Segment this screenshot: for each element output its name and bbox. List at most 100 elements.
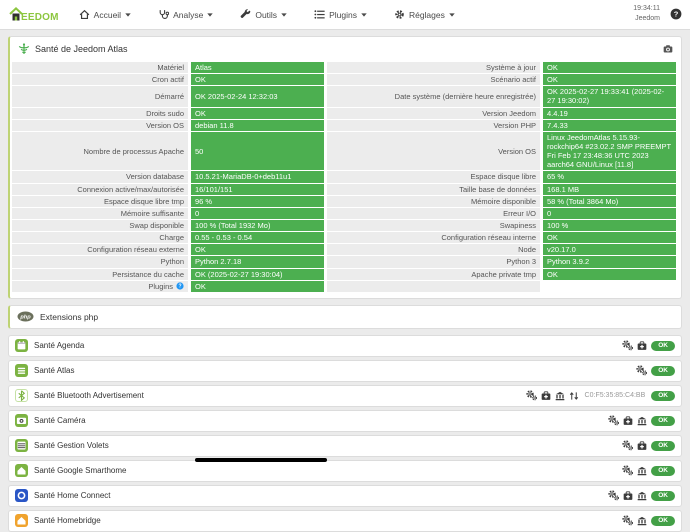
nav-item-outils[interactable]: Outils (240, 9, 287, 20)
plugin-row-sant-atlas[interactable]: Santé Atlas OK (8, 359, 682, 382)
health-row-value: 168.1 MB (543, 183, 676, 195)
health-row-value: 10.5.21-MariaDB-0+deb11u1 (191, 171, 324, 183)
plugin-name: Santé Caméra (34, 416, 86, 426)
plugin-actions: C0:F5:35:85:C4:BB OK (525, 390, 675, 401)
health-row-value: OK (543, 268, 676, 280)
health-row-value: 100 % (Total 1932 Mo) (191, 219, 324, 232)
nav-item-analyse[interactable]: Analyse (158, 9, 214, 20)
health-panel-header: Santé de Jeedom Atlas (10, 37, 681, 60)
jeedom-logo[interactable]: EEDOM (8, 6, 59, 23)
status-badge: OK (651, 415, 675, 426)
bank-icon[interactable] (637, 516, 647, 526)
health-panel: Santé de Jeedom Atlas Matériel Atlas Systè… (8, 36, 682, 299)
health-row-label: Version OS (12, 119, 188, 131)
health-row-value: OK (543, 232, 676, 244)
main-content: Santé de Jeedom Atlas Matériel Atlas Systè… (0, 30, 690, 532)
plugin-actions: OK (622, 440, 675, 451)
home-indicator-bar (195, 458, 327, 462)
top-navbar: EEDOM Accueil Analyse Outils Plugins Réglage… (0, 0, 690, 30)
nav-item-plugins[interactable]: Plugins (314, 9, 367, 20)
cogs-icon[interactable] (608, 490, 620, 501)
health-row-label: Scénario actif (327, 74, 540, 86)
lines-icon (15, 364, 28, 378)
health-row-label: Système à jour (327, 62, 540, 74)
health-row-value: 100 % (543, 219, 676, 232)
bank-icon[interactable] (637, 466, 647, 476)
health-row-value: Python 3.9.2 (543, 256, 676, 268)
nav-item-label: Plugins (329, 9, 357, 20)
plugin-name: Santé Bluetooth Advertisement (34, 391, 144, 401)
health-row-value: Linux JeedomAtlas 5.15.93-rockchip64 #23… (543, 131, 676, 171)
plugin-list: Santé Agenda OK Santé Atlas OK Santé Bluetoo… (8, 334, 682, 532)
plugin-actions: OK (608, 490, 675, 501)
plugins-help-icon[interactable]: ? (176, 282, 184, 290)
list-icon (314, 9, 325, 20)
sort-icon[interactable] (569, 391, 579, 401)
chevron-down-icon (207, 12, 214, 17)
bank-icon[interactable] (555, 391, 565, 401)
health-row-value: 16/101/151 (191, 183, 324, 195)
health-table: Matériel Atlas Système à jour OK Cron actif O… (10, 60, 681, 298)
health-row-label: Python 3 (327, 256, 540, 268)
bank-icon[interactable] (637, 491, 647, 501)
health-row-label: Matériel (12, 62, 188, 74)
cogs-icon[interactable] (636, 365, 648, 376)
health-row-label: Plugins? (12, 280, 188, 292)
health-row-label: Configuration réseau externe (12, 244, 188, 256)
nav-item-r-glages[interactable]: Réglages (394, 9, 455, 20)
nav-item-label: Accueil (93, 9, 122, 20)
plugin-row-sant-google-smarthome[interactable]: Santé Google Smarthome OK (8, 459, 682, 482)
status-badge: OK (651, 340, 675, 351)
camera-plugin-icon (15, 414, 28, 428)
health-row-value: 4.4.19 (543, 107, 676, 119)
plugin-row-sant-homebridge[interactable]: Santé Homebridge OK (8, 509, 682, 532)
health-row-value: 0.55 - 0.53 - 0.54 (191, 232, 324, 244)
cogs-icon[interactable] (622, 465, 634, 476)
cogs-icon[interactable] (608, 415, 620, 426)
house-icon (15, 514, 28, 528)
plugin-name: Santé Homebridge (34, 516, 101, 526)
plugin-name: Santé Google Smarthome (34, 466, 127, 476)
health-row-label: Mémoire suffisante (12, 207, 188, 219)
plugin-row-sant-cam-ra[interactable]: Santé Caméra OK (8, 409, 682, 432)
health-row-label: Node (327, 244, 540, 256)
health-row-label: Démarré (12, 86, 188, 107)
medkit-icon[interactable] (637, 341, 647, 351)
cogs-icon[interactable] (525, 390, 537, 401)
plugin-row-sant-gestion-volets[interactable]: Santé Gestion Volets OK (8, 434, 682, 457)
health-row-value: OK 2025-02-27 19:33:41 (2025-02-27 19:30… (543, 86, 676, 107)
health-row-label: Date système (dernière heure enregistrée… (327, 86, 540, 107)
health-row-label: Configuration réseau interne (327, 232, 540, 244)
medkit-icon[interactable] (541, 391, 551, 401)
plugin-name: Santé Gestion Volets (34, 441, 109, 451)
cogs-icon[interactable] (622, 440, 634, 451)
nav-item-label: Analyse (173, 9, 204, 20)
plugin-meta: C0:F5:35:85:C4:BB (584, 392, 646, 400)
medkit-icon[interactable] (623, 416, 633, 426)
house-icon (15, 464, 28, 478)
home-icon (79, 9, 90, 20)
cogs-icon[interactable] (622, 515, 634, 526)
php-icon: php (17, 311, 34, 322)
medkit-icon[interactable] (623, 491, 633, 501)
plugin-row-sant-bluetooth-advertisement[interactable]: Santé Bluetooth Advertisement C0:F5:35:85… (8, 384, 682, 407)
status-badge: OK (651, 490, 675, 501)
health-row-label: Erreur I/O (327, 207, 540, 219)
nav-item-accueil[interactable]: Accueil (79, 9, 131, 20)
plugin-row-sant-home-connect[interactable]: Santé Home Connect OK (8, 484, 682, 507)
status-badge: OK (651, 515, 675, 526)
health-row-value: OK 2025-02-24 12:32:03 (191, 86, 324, 107)
camera-icon[interactable] (663, 44, 673, 54)
shutter-icon (15, 439, 28, 453)
nav-item-label: Outils (255, 9, 278, 20)
svg-text:php: php (19, 315, 31, 321)
nav-item-label: Réglages (408, 9, 445, 20)
plugin-actions: OK (636, 365, 675, 376)
cogs-icon[interactable] (622, 340, 634, 351)
health-row-value: OK (543, 62, 676, 74)
medkit-icon[interactable] (637, 441, 647, 451)
plugin-row-sant-agenda[interactable]: Santé Agenda OK (8, 334, 682, 357)
bank-icon[interactable] (637, 416, 647, 426)
health-row-value: 58 % (Total 3864 Mo) (543, 195, 676, 207)
help-button[interactable]: ? (670, 8, 682, 20)
